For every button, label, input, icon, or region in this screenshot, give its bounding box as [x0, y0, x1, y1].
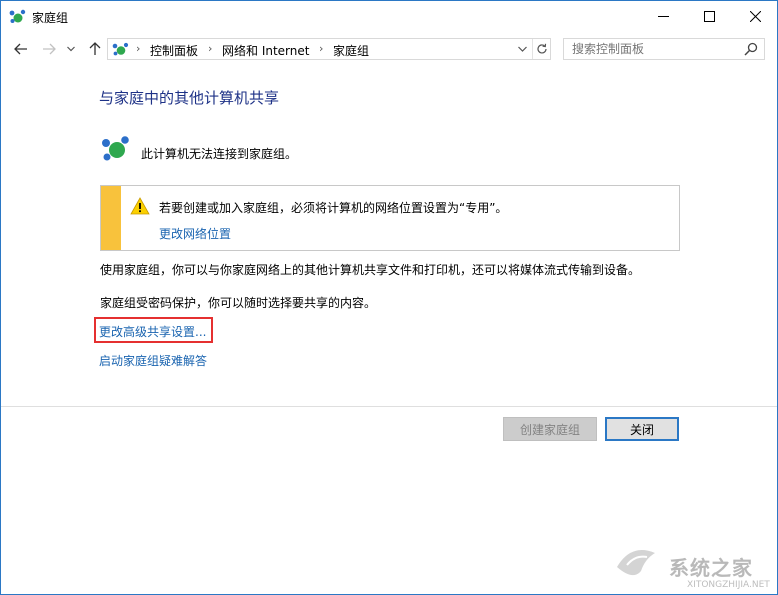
search-icon[interactable] [744, 42, 758, 56]
warning-icon [130, 197, 150, 215]
change-network-location-link[interactable]: 更改网络位置 [159, 225, 231, 242]
address-dropdown-button[interactable] [513, 40, 531, 58]
advanced-sharing-settings-link[interactable]: 更改高级共享设置... [99, 323, 206, 340]
main-content: 与家庭中的其他计算机共享 此计算机无法连接到家庭组。 若要创建或加入家庭组，必须… [1, 65, 777, 406]
minimize-button[interactable] [640, 1, 686, 32]
breadcrumb-network-internet[interactable]: 网络和 Internet [222, 42, 309, 59]
breadcrumb-separator-icon[interactable]: › [208, 42, 212, 55]
search-input[interactable] [572, 42, 742, 56]
back-button[interactable] [11, 40, 31, 58]
arrow-right-icon [43, 43, 56, 55]
navigation-bar: › 控制面板 › 网络和 Internet › 家庭组 [1, 34, 777, 64]
chevron-down-icon [517, 46, 527, 52]
homegroup-icon [102, 136, 129, 161]
status-message: 此计算机无法连接到家庭组。 [141, 147, 298, 161]
warning-infobox: 若要创建或加入家庭组，必须将计算机的网络位置设置为“专用”。 更改网络位置 [100, 185, 680, 251]
arrow-up-icon [89, 42, 101, 55]
maximize-icon [703, 11, 715, 22]
search-box[interactable] [563, 38, 765, 60]
homegroup-icon [9, 9, 26, 23]
refresh-button[interactable] [532, 39, 550, 59]
breadcrumb-homegroup[interactable]: 家庭组 [333, 42, 369, 59]
password-description: 家庭组受密码保护，你可以随时选择要共享的内容。 [100, 296, 377, 310]
homegroup-troubleshooter-link[interactable]: 启动家庭组疑难解答 [99, 352, 207, 369]
create-homegroup-button[interactable]: 创建家庭组 [503, 417, 597, 441]
homegroup-window: 家庭组 › 控制面板 › 网络和 Internet › 家庭组 搜索控制面板 与… [0, 0, 778, 595]
up-button[interactable] [85, 40, 105, 58]
breadcrumb-separator-icon[interactable]: › [136, 42, 140, 55]
watermark-text: 系统之家 [669, 556, 753, 580]
refresh-icon [536, 43, 547, 54]
maximize-button[interactable] [686, 1, 732, 32]
forward-button[interactable] [39, 40, 59, 58]
close-icon [749, 11, 761, 22]
address-bar[interactable]: › 控制面板 › 网络和 Internet › 家庭组 [107, 38, 551, 60]
chevron-down-icon [67, 46, 75, 52]
breadcrumb-separator-icon[interactable]: › [319, 42, 323, 55]
homegroup-icon [112, 42, 129, 56]
breadcrumb-control-panel[interactable]: 控制面板 [150, 42, 198, 59]
close-button[interactable]: 关闭 [605, 417, 679, 441]
arrow-left-icon [14, 43, 27, 55]
page-title: 与家庭中的其他计算机共享 [99, 89, 280, 107]
minimize-icon [657, 16, 669, 17]
homegroup-description: 使用家庭组，你可以与你家庭网络上的其他计算机共享文件和打印机，还可以将媒体流式传… [100, 263, 641, 277]
warning-text: 若要创建或加入家庭组，必须将计算机的网络位置设置为“专用”。 [159, 201, 508, 215]
footer-divider [1, 406, 777, 407]
title-bar: 家庭组 [1, 1, 777, 32]
close-window-button[interactable] [732, 1, 778, 32]
window-title: 家庭组 [32, 11, 69, 25]
recent-locations-button[interactable] [64, 40, 78, 58]
warning-bar [101, 186, 121, 250]
watermark-url: XITONGZHIJIA.NET [687, 580, 770, 590]
